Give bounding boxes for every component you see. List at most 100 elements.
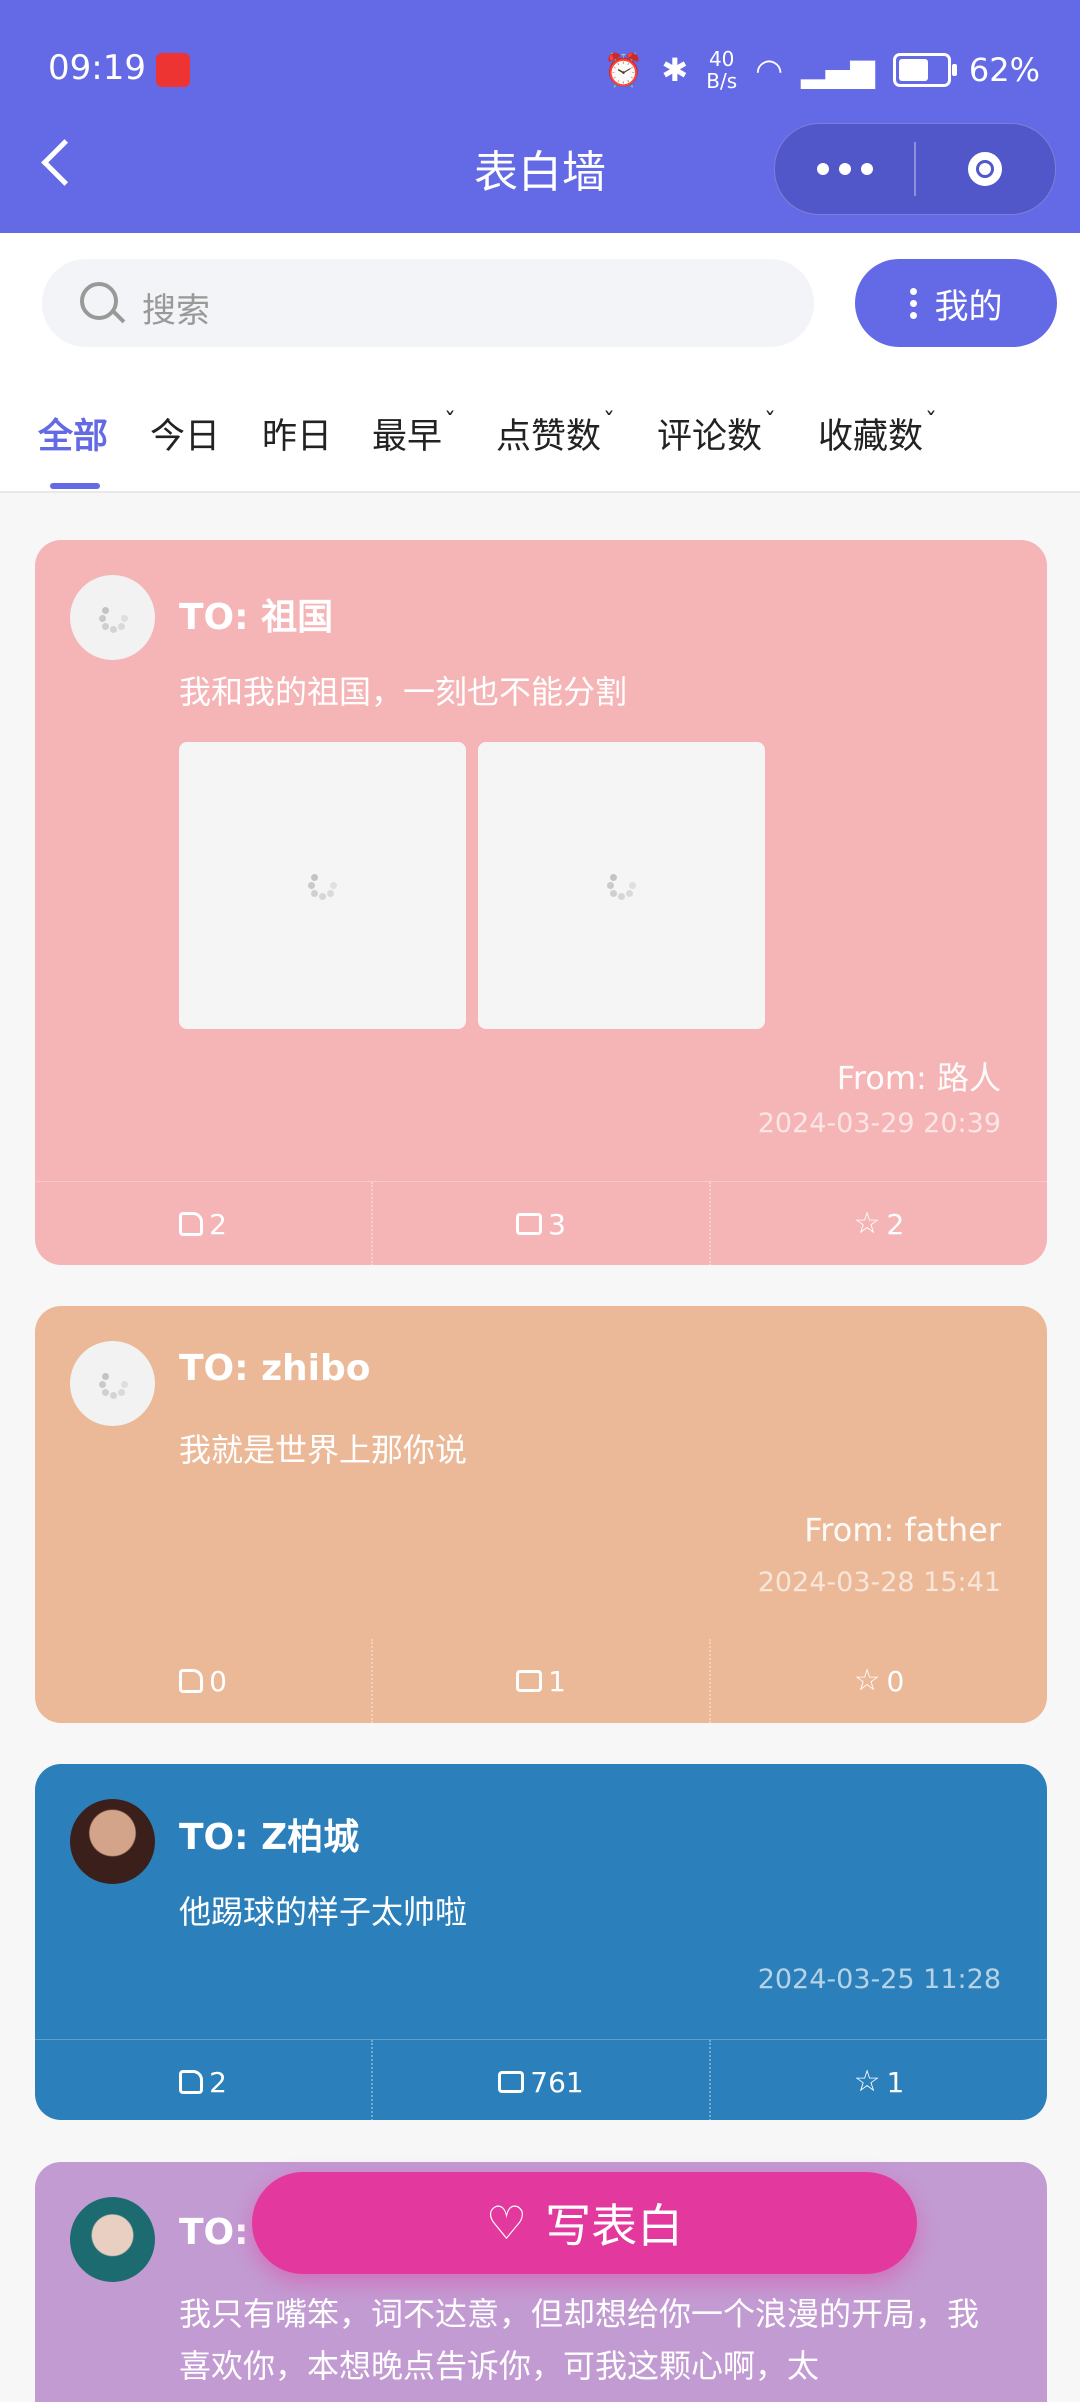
comment-button[interactable]: 761 (371, 2040, 709, 2120)
tab-today[interactable]: 今日 (150, 408, 220, 459)
card-recipient: TO: 祖国 (179, 597, 334, 638)
spinner-dot (610, 874, 618, 882)
battery-fill (898, 59, 928, 81)
like-button[interactable]: 2 (35, 1182, 371, 1265)
mini-program-capsule (774, 123, 1056, 215)
like-count: 2 (209, 2065, 227, 2099)
battery-icon (892, 53, 957, 87)
search-row: 搜索 我的 (0, 233, 1080, 373)
search-icon (80, 282, 118, 320)
favorite-count: 2 (886, 1207, 905, 1241)
star-icon: ☆ (853, 2064, 881, 2099)
search-input[interactable]: 搜索 (42, 259, 814, 347)
write-confession-button[interactable]: ♡ 写表白 (252, 2172, 917, 2274)
status-time: 09:19 (48, 48, 190, 88)
card-timestamp: 2024-03-25 11:28 (757, 1964, 1001, 1995)
loading-spinner-icon (606, 870, 636, 900)
spinner-dot (110, 1392, 117, 1399)
spinner-dot (117, 622, 125, 630)
comment-button[interactable]: 1 (371, 1639, 709, 1723)
favorite-button[interactable]: ☆ 2 (709, 1182, 1047, 1265)
spinner-dot (102, 1388, 110, 1396)
like-button[interactable]: 2 (35, 2040, 371, 2120)
like-count: 0 (209, 1664, 227, 1698)
like-button[interactable]: 0 (35, 1639, 371, 1723)
search-placeholder: 搜索 (142, 291, 210, 331)
tab-all[interactable]: 全部 (38, 408, 108, 459)
comment-icon (516, 1670, 543, 1692)
loading-spinner-icon (98, 1369, 128, 1399)
close-icon[interactable] (916, 152, 1055, 186)
spinner-dot (319, 893, 326, 900)
like-count: 2 (209, 1207, 227, 1241)
thumbs-up-icon (179, 1212, 204, 1236)
spinner-dot (311, 874, 319, 882)
comment-icon (516, 1213, 543, 1235)
favorite-count: 0 (886, 1664, 905, 1698)
comment-icon (498, 2071, 525, 2093)
active-tab-indicator (50, 483, 100, 489)
star-icon: ☆ (853, 1206, 881, 1241)
card-recipient: TO: (179, 2212, 249, 2253)
net-speed: 40 B/s (706, 48, 737, 92)
status-icons: ⏰ ✱ 40 B/s ◠ ▂▄▆ 62% (604, 48, 1040, 92)
favorite-button[interactable]: ☆ 1 (709, 2040, 1047, 2120)
write-confession-label: 写表白 (545, 2199, 684, 2253)
tab-likes[interactable]: 点赞数ˇ (496, 408, 615, 459)
confession-card[interactable]: TO: 祖国 我和我的祖国，一刻也不能分割 From: 路人 2024-03-2… (35, 540, 1047, 1265)
app-notification-icon (155, 52, 190, 87)
comment-button[interactable]: 3 (371, 1182, 709, 1265)
avatar[interactable] (70, 575, 155, 660)
wifi-icon: ◠ (755, 51, 784, 89)
vertical-dots-icon (909, 287, 917, 319)
tab-comments[interactable]: 评论数ˇ (657, 408, 776, 459)
mine-button[interactable]: 我的 (855, 259, 1057, 347)
spinner-dot (625, 889, 633, 897)
card-image[interactable] (179, 742, 466, 1029)
signal-icon: ▂▄▆ (801, 51, 875, 89)
loading-spinner-icon (307, 870, 337, 900)
card-image[interactable] (478, 742, 765, 1029)
confession-card[interactable]: TO: Z柏城 他踢球的样子太帅啦 2024-03-25 11:28 2 761… (35, 1764, 1047, 2120)
bluetooth-icon: ✱ (661, 51, 689, 89)
app-header: 09:19 ⏰ ✱ 40 B/s ◠ ▂▄▆ 62% 表白墙 (0, 0, 1080, 233)
spinner-dot (99, 1381, 106, 1388)
spinner-dot (102, 1373, 110, 1381)
favorite-button[interactable]: ☆ 0 (709, 1639, 1047, 1723)
tab-earliest[interactable]: 最早ˇ (372, 408, 456, 459)
spinner-dot (121, 1381, 128, 1388)
confession-card[interactable]: TO: zhibo 我就是世界上那你说 From: father 2024-03… (35, 1306, 1047, 1723)
comment-count: 1 (548, 1664, 566, 1698)
comment-count: 761 (530, 2065, 584, 2099)
card-sender: From: father (804, 1511, 1001, 1549)
net-speed-unit: B/s (706, 69, 738, 93)
card-message: 他踢球的样子太帅啦 (179, 1893, 468, 1931)
tab-favorites[interactable]: 收藏数ˇ (818, 408, 937, 459)
star-icon: ☆ (853, 1663, 881, 1698)
avatar[interactable] (70, 2197, 155, 2282)
spinner-dot (308, 882, 315, 889)
loading-spinner-icon (98, 603, 128, 633)
thumbs-up-icon (179, 2070, 204, 2094)
spinner-dot (629, 882, 636, 889)
heart-icon: ♡ (485, 2196, 528, 2250)
more-icon[interactable] (775, 163, 914, 175)
battery-percent: 62% (968, 51, 1040, 89)
card-timestamp: 2024-03-28 15:41 (757, 1567, 1001, 1598)
comment-count: 3 (548, 1207, 566, 1241)
tab-yesterday[interactable]: 昨日 (262, 408, 332, 459)
thumbs-up-icon (179, 1669, 204, 1693)
card-timestamp: 2024-03-29 20:39 (757, 1108, 1001, 1139)
favorite-count: 1 (886, 2065, 905, 2099)
spinner-dot (110, 626, 117, 633)
spinner-dot (311, 889, 319, 897)
avatar[interactable] (70, 1799, 155, 1884)
alarm-icon: ⏰ (603, 51, 644, 89)
card-actions: 2 761 ☆ 1 (35, 2039, 1047, 2120)
card-recipient: TO: zhibo (179, 1348, 371, 1389)
card-recipient: TO: Z柏城 (179, 1817, 360, 1858)
card-message: 我只有嘴笨，词不达意，但却想给你一个浪漫的开局，我喜欢你，本想晚点告诉你，可我这… (179, 2295, 980, 2385)
avatar[interactable] (70, 1341, 155, 1426)
spinner-dot (102, 607, 110, 615)
spinner-dot (326, 889, 334, 897)
